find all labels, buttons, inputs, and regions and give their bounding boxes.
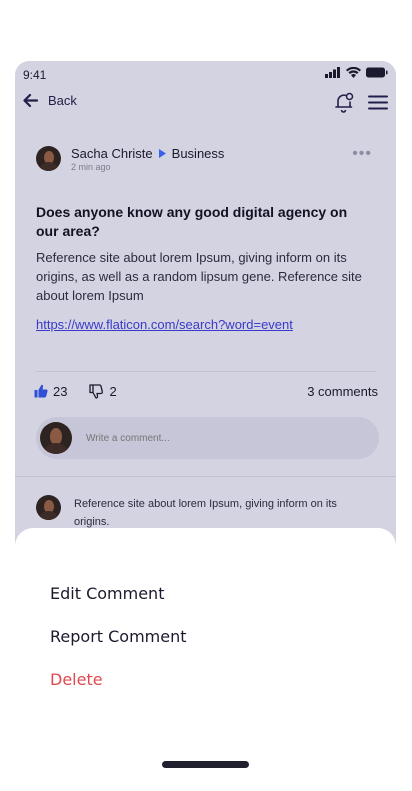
- status-bar: 9:41: [15, 61, 396, 87]
- battery-icon: [366, 67, 388, 78]
- author-info: Sacha Christe Business 2 min ago: [61, 146, 224, 172]
- post-category[interactable]: Business: [172, 146, 225, 161]
- commenter-avatar[interactable]: [36, 495, 61, 520]
- post-body: Reference site about lorem Ipsum, giving…: [36, 250, 362, 303]
- report-comment-option[interactable]: Report Comment: [50, 627, 187, 646]
- post-time: 2 min ago: [71, 162, 111, 172]
- post-stats: 23 2 3 comments: [34, 380, 378, 402]
- back-button[interactable]: Back: [23, 93, 77, 108]
- comment-text: Reference site about lorem Ipsum, giving…: [74, 498, 337, 528]
- thumbs-up-icon: [34, 384, 48, 398]
- bottom-sheet: Edit Comment Report Comment Delete: [15, 528, 396, 791]
- post-link[interactable]: https://www.flaticon.com/search?word=eve…: [36, 317, 293, 332]
- back-label: Back: [48, 93, 77, 108]
- dislike-button[interactable]: 2: [89, 383, 117, 399]
- comment-input-container: [36, 417, 379, 459]
- more-options-icon[interactable]: •••: [352, 145, 372, 163]
- back-arrow-icon: [23, 94, 38, 107]
- post-title: Does anyone know any good digital agency…: [36, 204, 348, 239]
- divider: [36, 371, 376, 372]
- divider: [15, 476, 396, 477]
- post-author-row: Sacha Christe Business 2 min ago: [36, 146, 224, 172]
- home-indicator[interactable]: [162, 761, 249, 768]
- edit-comment-option[interactable]: Edit Comment: [50, 584, 164, 603]
- dislike-count: 2: [109, 383, 117, 399]
- status-time: 9:41: [23, 68, 47, 82]
- navigation-bar: Back: [15, 89, 396, 121]
- hamburger-menu-icon[interactable]: [368, 95, 388, 110]
- user-avatar: [40, 422, 72, 454]
- triangle-right-icon: [158, 149, 166, 158]
- author-name-line: Sacha Christe Business: [71, 146, 224, 161]
- thumbs-down-icon: [89, 383, 104, 399]
- comment-input[interactable]: [84, 431, 348, 445]
- like-count: 23: [53, 383, 68, 399]
- notification-bell-icon[interactable]: [334, 92, 354, 114]
- signal-icon: [325, 67, 340, 78]
- wifi-icon: [346, 67, 361, 78]
- like-button[interactable]: 23: [34, 384, 67, 399]
- author-name[interactable]: Sacha Christe: [71, 146, 153, 161]
- comment-item: Reference site about lorem Ipsum, giving…: [36, 495, 354, 531]
- author-avatar[interactable]: [36, 146, 61, 171]
- status-icons: [325, 67, 388, 78]
- delete-option[interactable]: Delete: [50, 670, 103, 689]
- comments-count[interactable]: 3 comments: [307, 384, 378, 399]
